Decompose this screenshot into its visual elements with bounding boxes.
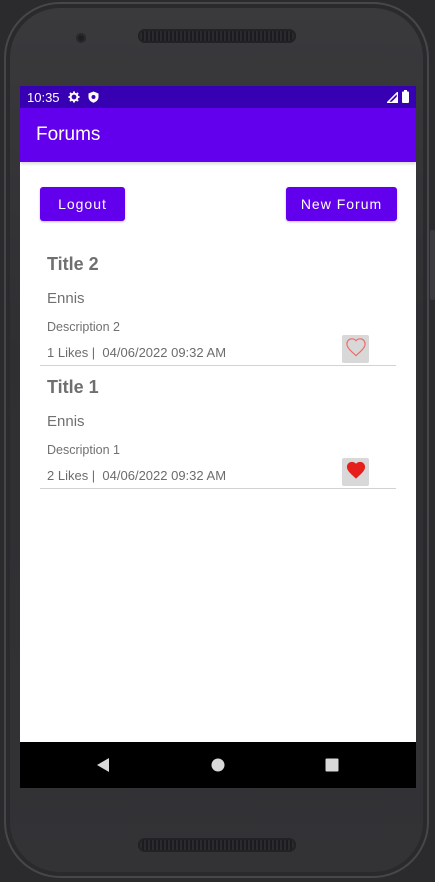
list-divider — [40, 488, 396, 489]
status-right-icons — [385, 90, 409, 106]
list-divider — [40, 365, 396, 366]
status-bar: 10:35 — [20, 86, 416, 108]
front-camera — [76, 33, 86, 43]
forum-description: Description 1 — [47, 443, 120, 457]
shield-icon — [88, 91, 100, 103]
forum-description: Description 2 — [47, 320, 120, 334]
new-forum-button[interactable]: New Forum — [286, 187, 397, 221]
status-time: 10:35 — [27, 89, 60, 105]
bottom-speaker — [138, 838, 296, 852]
forum-meta: 1 Likes | 04/06/2022 09:32 AM — [47, 345, 226, 360]
forum-author: Ennis — [47, 413, 85, 430]
forum-date: 04/06/2022 09:32 AM — [102, 345, 227, 360]
earpiece-speaker — [138, 29, 296, 43]
app-screen: 10:35 Forums Logout New Forum Title 2 En… — [20, 86, 416, 788]
heart-filled-icon — [345, 460, 367, 485]
forum-title: Title 1 — [47, 377, 99, 397]
battery-icon — [402, 90, 409, 106]
recents-icon[interactable] — [323, 756, 341, 774]
likes-label: Likes | — [54, 345, 103, 360]
likes-label: Likes | — [54, 468, 103, 483]
forum-date: 04/06/2022 09:32 AM — [102, 468, 227, 483]
app-bar: Forums — [20, 108, 416, 162]
power-button — [430, 230, 435, 300]
forum-list-item[interactable]: Title 2 Ennis Description 2 1 Likes | 04… — [20, 254, 416, 377]
device-frame: 10:35 Forums Logout New Forum Title 2 En… — [0, 0, 435, 882]
signal-icon — [385, 90, 399, 106]
forum-title: Title 2 — [47, 254, 99, 274]
like-button[interactable] — [342, 458, 369, 486]
like-button[interactable] — [342, 335, 369, 363]
navigation-bar — [20, 742, 416, 788]
forum-list-item[interactable]: Title 1 Ennis Description 1 2 Likes | 04… — [20, 377, 416, 500]
home-icon[interactable] — [209, 756, 227, 774]
logout-button[interactable]: Logout — [40, 187, 125, 221]
forum-author: Ennis — [47, 290, 85, 307]
heart-outline-icon — [345, 337, 367, 362]
page-title: Forums — [36, 124, 101, 145]
settings-icon — [68, 91, 80, 103]
back-icon[interactable] — [94, 756, 112, 774]
forum-meta: 2 Likes | 04/06/2022 09:32 AM — [47, 468, 226, 483]
